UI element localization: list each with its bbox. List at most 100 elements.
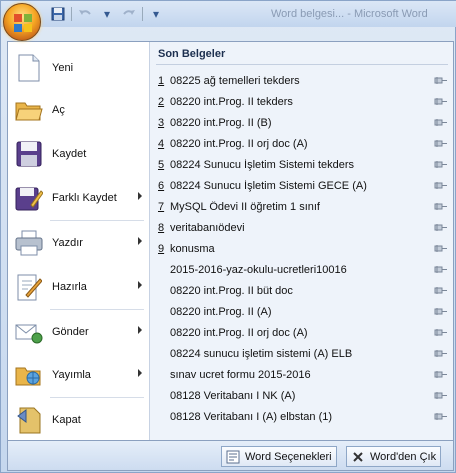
submenu-arrow-icon [138, 237, 142, 245]
recent-document-name: 08220 int.Prog. II büt doc [170, 284, 293, 297]
options-icon [226, 450, 240, 464]
recent-document-item[interactable]: 9 konusma [158, 238, 448, 259]
pin-icon[interactable] [434, 223, 448, 233]
recent-document-item[interactable]: 5 08224 Sunucu İşletim Sistemi tekders [158, 154, 448, 175]
publish-icon [14, 360, 44, 390]
recent-document-item[interactable]: 2 08220 int.Prog. II tekders [158, 91, 448, 112]
menu-separator [50, 220, 144, 221]
send-icon [14, 317, 44, 347]
undo-icon[interactable] [76, 6, 94, 22]
recent-document-name: 2015-2016-yaz-okulu-ucretleri10016 [170, 263, 347, 276]
customize-qat-icon[interactable]: ▾ [147, 6, 165, 22]
new-document-icon [14, 53, 44, 83]
pin-icon[interactable] [434, 97, 448, 107]
redo-icon[interactable] [120, 6, 138, 22]
close-icon [351, 450, 365, 464]
undo-dropdown-icon[interactable]: ▾ [98, 6, 116, 22]
save-as-icon [14, 183, 44, 213]
menu-item-label: Yeni [52, 62, 74, 74]
recent-document-name: sınav ucret formu 2015-2016 [170, 368, 311, 381]
menu-commands: Yeni Aç Kaydet Farklı Kaydet Yazdır Hazı… [8, 42, 148, 440]
menu-bottom-bar: Word Seçenekleri Word'den Çık [7, 441, 454, 471]
menu-item-prepare[interactable]: Hazırla [8, 267, 148, 307]
recent-document-item[interactable]: 6 08224 Sunucu İşletim Sistemi GECE (A) [158, 175, 448, 196]
pin-icon[interactable] [434, 349, 448, 359]
save-disk-icon [14, 139, 44, 169]
recent-document-number: 8 [158, 221, 165, 234]
word-options-label: Word Seçenekleri [245, 450, 332, 463]
recent-document-item[interactable]: 7 MySQL Ödevi II öğretim 1 sınıf [158, 196, 448, 217]
submenu-arrow-icon [138, 281, 142, 289]
office-logo-icon [14, 14, 32, 32]
menu-item-close[interactable]: Kapat [8, 400, 148, 440]
recent-document-name: 08225 ağ temelleri tekders [170, 74, 300, 87]
recent-document-item[interactable]: 08128 Veritabanı I NK (A) [158, 385, 448, 406]
close-document-icon [14, 405, 44, 435]
recent-document-name: veritabanıödevi [170, 221, 245, 234]
recent-document-item[interactable]: 08220 int.Prog. II (A) [158, 301, 448, 322]
pin-icon[interactable] [434, 328, 448, 338]
pin-icon[interactable] [434, 244, 448, 254]
pin-icon[interactable] [434, 181, 448, 191]
recent-document-name: 08220 int.Prog. II tekders [170, 95, 293, 108]
pin-icon[interactable] [434, 76, 448, 86]
exit-word-button[interactable]: Word'den Çık [346, 446, 442, 467]
pin-icon[interactable] [434, 118, 448, 128]
menu-item-new[interactable]: Yeni [8, 48, 148, 88]
recent-document-name: MySQL Ödevi II öğretim 1 sınıf [170, 200, 320, 213]
window-title: Word belgesi... - Microsoft Word [271, 8, 428, 20]
menu-item-label: Farklı Kaydet [52, 192, 117, 204]
word-options-button[interactable]: Word Seçenekleri [221, 446, 337, 467]
pin-icon[interactable] [434, 307, 448, 317]
recent-document-item[interactable]: 3 08220 int.Prog. II (B) [158, 112, 448, 133]
pin-icon[interactable] [434, 286, 448, 296]
submenu-arrow-icon [138, 326, 142, 334]
qat-separator [142, 7, 143, 21]
recent-document-name: 08224 sunucu işletim sistemi (A) ELB [170, 347, 353, 360]
menu-item-save-as[interactable]: Farklı Kaydet [8, 178, 148, 218]
menu-item-save[interactable]: Kaydet [8, 134, 148, 174]
recent-document-item[interactable]: 2015-2016-yaz-okulu-ucretleri10016 [158, 259, 448, 280]
recent-document-name: 08220 int.Prog. II orj doc (A) [170, 137, 308, 150]
menu-item-label: Kapat [52, 414, 81, 426]
pin-icon[interactable] [434, 202, 448, 212]
recent-document-item[interactable]: sınav ucret formu 2015-2016 [158, 364, 448, 385]
recent-document-item[interactable]: 08220 int.Prog. II büt doc [158, 280, 448, 301]
recent-document-number: 3 [158, 116, 165, 129]
menu-item-label: Gönder [52, 326, 89, 338]
menu-item-label: Yazdır [52, 237, 83, 249]
menu-item-label: Hazırla [52, 281, 87, 293]
menu-item-print[interactable]: Yazdır [8, 223, 148, 263]
recent-documents-heading: Son Belgeler [158, 48, 226, 60]
office-button[interactable] [3, 3, 41, 41]
menu-item-publish[interactable]: Yayımla [8, 355, 148, 395]
recent-document-number: 2 [158, 95, 165, 108]
recent-document-name: konusma [170, 242, 215, 255]
recent-document-item[interactable]: 8 veritabanıödevi [158, 217, 448, 238]
title-bar: ▾ ▾ Word belgesi... - Microsoft Word [1, 1, 456, 27]
pin-icon[interactable] [434, 139, 448, 149]
recent-document-name: 08220 int.Prog. II orj doc (A) [170, 326, 308, 339]
pin-icon[interactable] [434, 265, 448, 275]
submenu-arrow-icon [138, 192, 142, 200]
pin-icon[interactable] [434, 370, 448, 380]
recent-document-number: 1 [158, 74, 165, 87]
qat-separator [71, 7, 72, 21]
recent-document-item[interactable]: 4 08220 int.Prog. II orj doc (A) [158, 133, 448, 154]
menu-item-send[interactable]: Gönder [8, 312, 148, 352]
recent-document-item[interactable]: 1 08225 ağ temelleri tekders [158, 70, 448, 91]
menu-item-open[interactable]: Aç [8, 90, 148, 130]
recent-document-number: 5 [158, 158, 165, 171]
pin-icon[interactable] [434, 391, 448, 401]
prepare-icon [14, 272, 44, 302]
pin-icon[interactable] [434, 412, 448, 422]
recent-document-item[interactable]: 08220 int.Prog. II orj doc (A) [158, 322, 448, 343]
menu-separator [50, 309, 144, 310]
heading-divider [156, 64, 448, 65]
recent-document-item[interactable]: 08128 Veritabanı I (A) elbstan (1) [158, 406, 448, 427]
recent-document-item[interactable]: 08224 sunucu işletim sistemi (A) ELB [158, 343, 448, 364]
save-icon[interactable] [49, 6, 67, 22]
print-icon [14, 228, 44, 258]
recent-document-number: 7 [158, 200, 165, 213]
pin-icon[interactable] [434, 160, 448, 170]
